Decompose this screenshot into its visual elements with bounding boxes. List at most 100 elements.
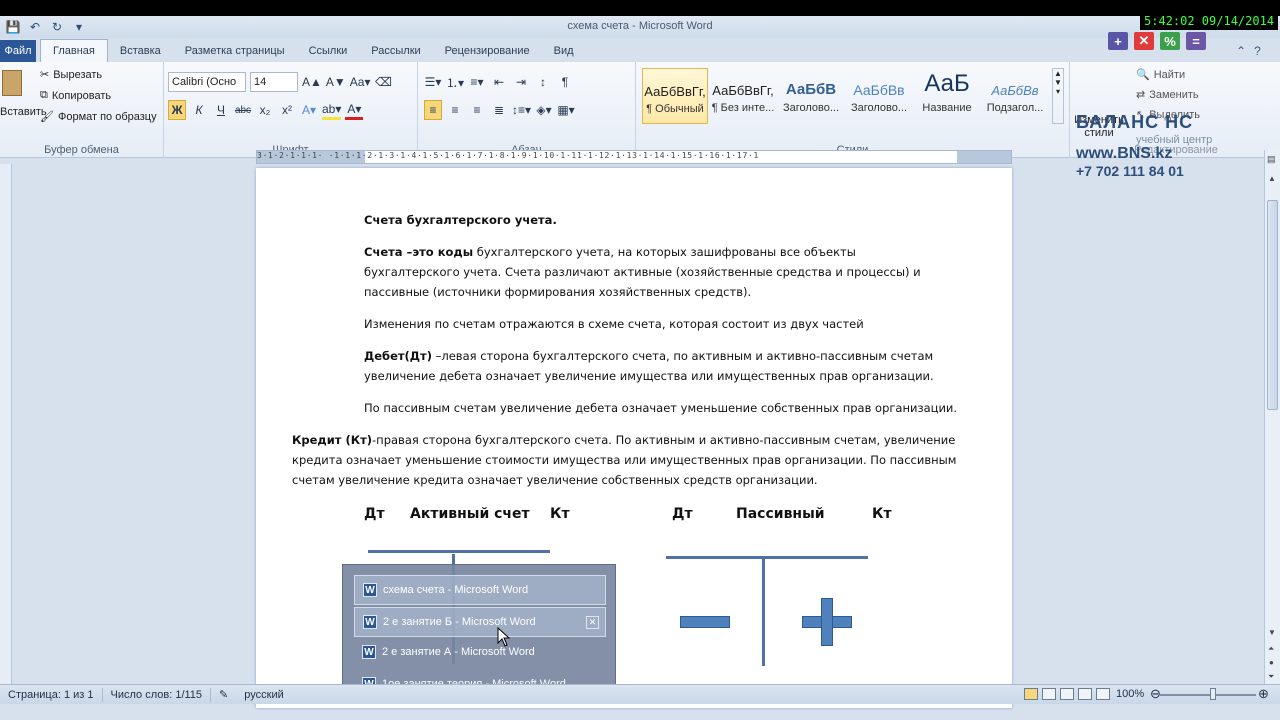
zoom-level[interactable]: 100%: [1116, 688, 1144, 700]
find-button[interactable]: 🔍 Найти: [1136, 68, 1185, 82]
full-screen-view-icon[interactable]: [1042, 688, 1056, 700]
close-window-icon[interactable]: ✕: [586, 616, 599, 629]
shading-icon[interactable]: ◈▾: [535, 100, 553, 120]
browse-object-icon[interactable]: ●: [1269, 658, 1274, 667]
tab-mailings[interactable]: Рассылки: [359, 40, 432, 62]
italic-button[interactable]: К: [190, 100, 208, 120]
cut-label: Вырезать: [53, 68, 103, 81]
replace-button[interactable]: ⇄ Заменить: [1136, 88, 1199, 102]
prev-page-icon[interactable]: ⏶: [1268, 644, 1274, 654]
style-heading-1[interactable]: АаБбВ Заголово...: [778, 68, 844, 124]
subscript-button[interactable]: x₂: [256, 100, 274, 120]
tab-view[interactable]: Вид: [542, 40, 586, 62]
vertical-scrollbar[interactable]: ▤ ▲ ▼ ⏶ ● ⏷: [1264, 150, 1280, 702]
highlight-icon[interactable]: ab▾: [322, 100, 342, 120]
scissors-icon: ✂: [40, 69, 50, 81]
window-item[interactable]: W 2 е занятие Б - Microsoft Word ✕: [354, 607, 606, 637]
grow-font-icon[interactable]: A▲: [302, 72, 322, 92]
binoculars-icon: 🔍: [1136, 69, 1150, 81]
mouse-cursor-icon: [497, 627, 511, 647]
tab-page-layout[interactable]: Разметка страницы: [173, 40, 297, 62]
change-case-icon[interactable]: Aa▾: [350, 72, 371, 92]
style-sample: АаБбВв: [853, 82, 905, 98]
decrease-indent-icon[interactable]: ⇤: [490, 72, 508, 92]
replace-icon: ⇄: [1136, 89, 1146, 101]
web-layout-view-icon[interactable]: [1060, 688, 1074, 700]
superscript-button[interactable]: x²: [278, 100, 296, 120]
p3-bold: Дебет(Дт): [364, 349, 432, 363]
style-heading-2[interactable]: АаБбВв Заголово...: [846, 68, 912, 124]
shrink-font-icon[interactable]: A▼: [326, 72, 346, 92]
style-sample: АаБбВвГг,: [644, 84, 706, 99]
print-layout-view-icon[interactable]: [1024, 688, 1038, 700]
sort-icon[interactable]: ↕: [534, 72, 552, 92]
percent-icon[interactable]: %: [1160, 32, 1180, 50]
font-name-combo[interactable]: Calibri (Осно: [168, 72, 246, 92]
bullets-icon[interactable]: ☰▾: [424, 72, 442, 92]
horizontal-ruler[interactable]: 3·1·2·1·1·1· ·1·1·1·2·1·3·1·4·1·5·1·6·1·…: [256, 150, 1012, 164]
minimize-ribbon-icon[interactable]: ⌃: [1236, 44, 1246, 58]
watermark: БАЛАНС НС учебный центр www.BNS.kz +7 70…: [1076, 112, 1212, 179]
numbering-icon[interactable]: ⒈▾: [446, 72, 464, 92]
scroll-up-icon[interactable]: ▲: [1268, 174, 1276, 183]
align-center-icon[interactable]: ≡: [446, 100, 464, 120]
style-no-spacing[interactable]: АаБбВвГг, ¶ Без инте...: [710, 68, 776, 124]
status-words[interactable]: Число слов: 1/115: [103, 687, 212, 702]
text-effects-icon[interactable]: A▾: [300, 100, 318, 120]
multilevel-list-icon[interactable]: ≡▾: [468, 72, 486, 92]
style-name: ¶ Обычный: [646, 103, 704, 115]
underline-button[interactable]: Ч: [212, 100, 230, 120]
font-size-combo[interactable]: 14: [250, 72, 298, 92]
style-name: Заголово...: [782, 102, 840, 114]
style-sample: АаБ: [924, 70, 970, 97]
status-language[interactable]: русский: [236, 688, 291, 702]
plus-icon[interactable]: +: [1108, 32, 1128, 50]
copy-button[interactable]: ⧉ Копировать: [40, 89, 111, 102]
align-left-icon[interactable]: ≡: [424, 100, 442, 120]
window-item[interactable]: W 2 е занятие А - Microsoft Word: [354, 637, 606, 667]
format-painter-button[interactable]: 🖌 Формат по образцу: [40, 110, 157, 124]
line-spacing-icon[interactable]: ↕≡▾: [512, 100, 531, 120]
pilcrow-icon[interactable]: ¶: [556, 72, 574, 92]
style-title[interactable]: АаБ Название: [914, 68, 980, 124]
tab-review[interactable]: Рецензирование: [433, 40, 542, 62]
justify-icon[interactable]: ≣: [490, 100, 508, 120]
zoom-slider[interactable]: [1160, 694, 1256, 696]
style-normal[interactable]: АаБбВвГг, ¶ Обычный: [642, 68, 708, 124]
status-bar: Страница: 1 из 1 Число слов: 1/115 ✎ рус…: [0, 684, 1280, 704]
tab-home[interactable]: Главная: [40, 39, 108, 62]
scroll-down-icon[interactable]: ▼: [1268, 628, 1276, 637]
clear-format-icon[interactable]: ⌫: [374, 72, 392, 92]
borders-icon[interactable]: ▦▾: [557, 100, 575, 120]
active-debit-label: Дт: [364, 506, 385, 522]
draft-view-icon[interactable]: [1096, 688, 1110, 700]
help-icon[interactable]: ?: [1254, 44, 1261, 58]
window-title: схема счета - Microsoft Word: [567, 20, 713, 32]
close-icon[interactable]: ✕: [1134, 32, 1154, 50]
status-page[interactable]: Страница: 1 из 1: [0, 687, 103, 702]
tab-file[interactable]: Файл: [0, 40, 36, 62]
ruler-scale: 3·1·2·1·1·1· ·1·1·1·2·1·3·1·4·1·5·1·6·1·…: [257, 151, 759, 160]
scroll-thumb[interactable]: [1267, 200, 1278, 410]
window-item[interactable]: W схема счета - Microsoft Word: [354, 575, 606, 605]
font-color-icon[interactable]: A▾: [345, 100, 364, 120]
proofing-icon[interactable]: ✎: [211, 688, 236, 702]
style-subtitle[interactable]: АаБбВв Подзагол...: [982, 68, 1048, 124]
cut-button[interactable]: ✂ Вырезать: [40, 68, 103, 82]
watermark-phone: +7 702 111 84 01: [1076, 163, 1184, 179]
outline-view-icon[interactable]: [1078, 688, 1092, 700]
tab-references[interactable]: Ссылки: [297, 40, 360, 62]
bold-button[interactable]: Ж: [168, 100, 186, 120]
tab-insert[interactable]: Вставка: [108, 40, 173, 62]
next-page-icon[interactable]: ⏷: [1268, 672, 1274, 682]
ribbon-tabs: Файл Главная Вставка Разметка страницы С…: [0, 38, 1280, 62]
strikethrough-button[interactable]: abc: [234, 100, 252, 120]
styles-gallery-scroll[interactable]: ▲ ▼ ▾: [1052, 68, 1064, 124]
increase-indent-icon[interactable]: ⇥: [512, 72, 530, 92]
paste-button[interactable]: Вставить: [0, 68, 47, 124]
menu-icon[interactable]: =: [1186, 32, 1206, 50]
zoom-in-icon[interactable]: ⊕: [1258, 686, 1269, 702]
view-ruler-icon[interactable]: ▤: [1267, 154, 1276, 165]
zoom-slider-thumb[interactable]: [1210, 688, 1216, 700]
align-right-icon[interactable]: ≡: [468, 100, 486, 120]
